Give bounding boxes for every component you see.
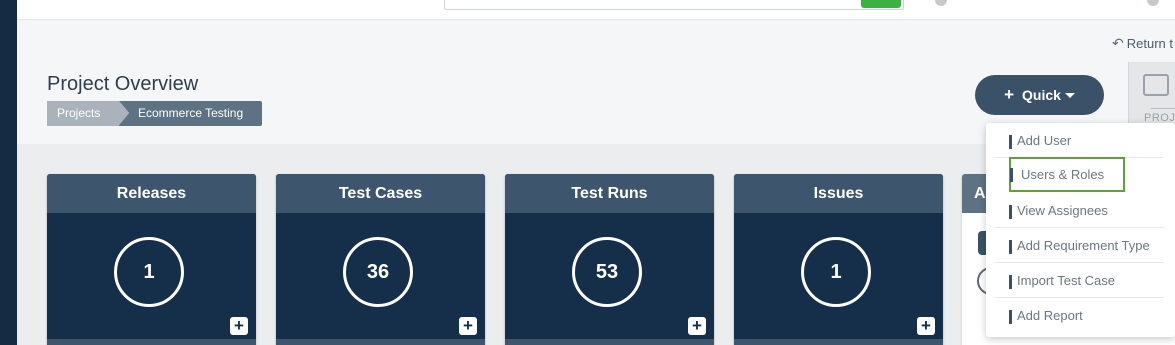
return-arrow-icon: ↶ bbox=[1112, 35, 1124, 51]
quick-dropdown-menu: Add User Users & Roles View Assignees Ad… bbox=[986, 123, 1175, 337]
tile-divider bbox=[1151, 108, 1175, 109]
breadcrumb: Projects Ecommerce Testing bbox=[47, 101, 262, 126]
menu-item-label: View Assignees bbox=[1017, 202, 1108, 218]
plus-icon: + bbox=[1004, 85, 1015, 104]
quick-label: Quick bbox=[1022, 87, 1061, 103]
avatar[interactable] bbox=[1147, 0, 1159, 6]
add-release-button[interactable]: + bbox=[230, 317, 248, 335]
return-link[interactable]: ↶ Return t bbox=[1112, 35, 1173, 52]
menu-item-label: Add Report bbox=[1017, 308, 1083, 323]
breadcrumb-projects[interactable]: Projects bbox=[47, 101, 129, 126]
card-count: 1 bbox=[801, 237, 871, 307]
card-footer bbox=[47, 339, 256, 345]
menu-item-view-assignees[interactable]: View Assignees bbox=[994, 193, 1164, 228]
card-count: 1 bbox=[114, 237, 184, 307]
search-input[interactable] bbox=[444, 0, 904, 10]
search-button[interactable] bbox=[861, 0, 901, 8]
return-label: Return t bbox=[1126, 36, 1173, 51]
notification-icon[interactable] bbox=[935, 0, 947, 6]
releases-card[interactable]: Releases 1 + bbox=[47, 174, 256, 345]
add-test-case-button[interactable]: + bbox=[459, 317, 477, 335]
breadcrumb-current-project[interactable]: Ecommerce Testing bbox=[119, 101, 262, 126]
test-runs-card[interactable]: Test Runs 53 + bbox=[505, 174, 714, 345]
card-title: Issues bbox=[734, 174, 943, 213]
test-cases-card[interactable]: Test Cases 36 + bbox=[276, 174, 485, 345]
top-bar bbox=[17, 0, 1175, 20]
menu-item-users-roles[interactable]: Users & Roles bbox=[1009, 157, 1125, 192]
menu-item-import-test-case[interactable]: Import Test Case bbox=[994, 263, 1164, 298]
card-title: Test Runs bbox=[505, 174, 714, 213]
card-footer bbox=[734, 339, 943, 345]
project-icon bbox=[1143, 74, 1169, 96]
left-navigation-rail bbox=[0, 0, 17, 345]
card-footer bbox=[505, 339, 714, 345]
add-test-run-button[interactable]: + bbox=[688, 317, 706, 335]
menu-item-add-report[interactable]: Add Report bbox=[994, 298, 1164, 333]
card-title: Test Cases bbox=[276, 174, 485, 213]
menu-item-label: Add User bbox=[1017, 132, 1072, 148]
add-issue-button[interactable]: + bbox=[917, 317, 935, 335]
menu-item-label: Import Test Case bbox=[1017, 272, 1116, 288]
page-title: Project Overview bbox=[47, 73, 199, 95]
menu-item-label: Add Requirement Type bbox=[1017, 237, 1150, 253]
card-footer bbox=[276, 339, 485, 345]
card-count: 36 bbox=[343, 237, 413, 307]
menu-item-add-requirement-type[interactable]: Add Requirement Type bbox=[994, 228, 1164, 263]
card-title: Releases bbox=[47, 174, 256, 213]
quick-button[interactable]: + Quick bbox=[975, 75, 1104, 115]
menu-item-label: Users & Roles bbox=[1021, 167, 1105, 182]
issues-card[interactable]: Issues 1 + bbox=[734, 174, 943, 345]
menu-item-add-user[interactable]: Add User bbox=[994, 123, 1164, 158]
caret-down-icon bbox=[1064, 92, 1075, 98]
card-count: 53 bbox=[572, 237, 642, 307]
